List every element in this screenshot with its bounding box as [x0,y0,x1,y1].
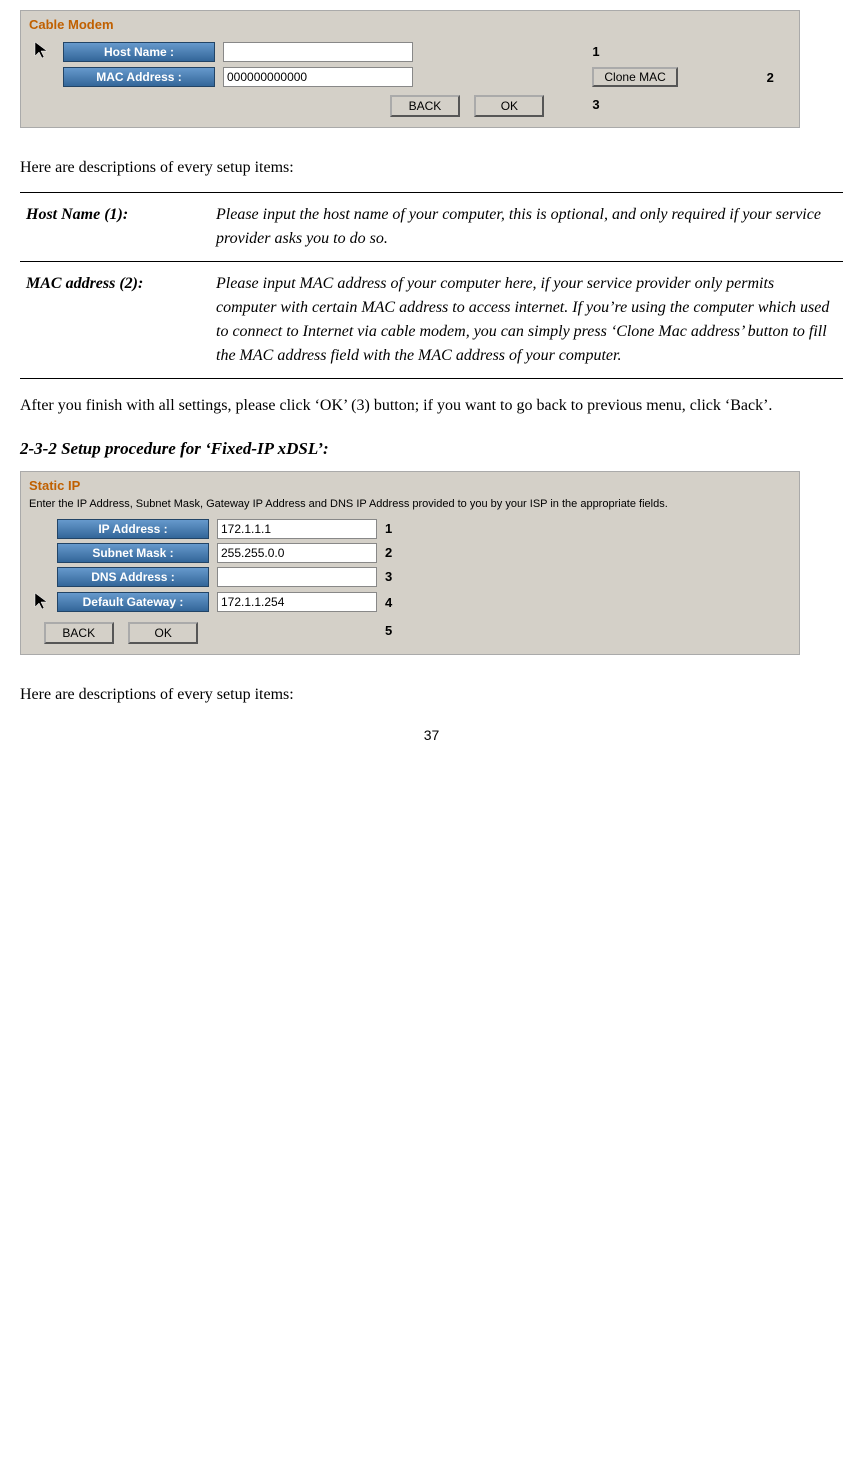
static-ip-section: Static IP Enter the IP Address, Subnet M… [20,471,843,671]
desc-content-mac: Please input MAC address of your compute… [210,262,843,379]
cable-modem-form: Host Name : 1 MAC Address : Clone MAC [29,38,791,119]
host-name-label-cell: Host Name : [59,38,219,65]
static-row-number-4: 4 [381,589,396,616]
ip-address-input-cell [213,517,381,541]
desc-row-mac: MAC address (2): Please input MAC addres… [20,262,843,379]
mac-address-row: MAC Address : Clone MAC 2 [29,65,791,89]
static-ip-title: Static IP [29,478,791,493]
subnet-mask-input[interactable] [217,543,377,563]
after-settings-text: After you finish with all settings, plea… [20,393,843,419]
clone-mac-cell: Clone MAC [588,65,762,89]
subnet-mask-input-cell [213,541,381,565]
dns-address-label-cell: DNS Address : [53,565,213,589]
static-row-number-2: 2 [381,541,396,565]
subnet-mask-row: Subnet Mask : 2 [29,541,396,565]
cursor-icon [33,40,49,60]
default-gateway-input-cell [213,589,381,616]
row-number-3: 3 [588,89,762,119]
ip-address-input[interactable] [217,519,377,539]
desc-content-hostname: Please input the host name of your compu… [210,193,843,262]
mac-address-input-cell [219,65,588,89]
host-name-input[interactable] [223,42,413,62]
buttons-cell-cm: BACK OK [29,89,588,119]
subnet-cursor-cell [29,541,53,565]
ok-button-static[interactable]: OK [128,622,198,644]
ip-cursor-cell [29,517,53,541]
desc-row-hostname: Host Name (1): Please input the host nam… [20,193,843,262]
ip-address-label-cell: IP Address : [53,517,213,541]
ok-button-cm[interactable]: OK [474,95,544,117]
buttons-container-cm: BACK OK [33,91,584,117]
section-heading-fixed-ip: 2-3-2 Setup procedure for ‘Fixed-IP xDSL… [20,439,843,459]
dns-cursor-cell [29,565,53,589]
static-row-number-3: 3 [381,565,396,589]
static-row-number-5-cell [213,616,381,646]
static-buttons-row: BACK OK 5 [29,616,396,646]
static-buttons-cell: BACK OK [29,616,213,646]
buttons-row-cm: BACK OK 3 [29,89,791,119]
description-table: Host Name (1): Please input the host nam… [20,192,843,379]
dns-address-input[interactable] [217,567,377,587]
mac-cursor-cell [29,65,59,89]
mac-address-label: MAC Address : [63,67,215,87]
row-number-1: 1 [588,38,762,65]
desc-label-mac: MAC address (2): [20,262,210,379]
ip-address-row: IP Address : 1 [29,517,396,541]
row-number-2: 2 [763,65,791,89]
cursor-cell [29,38,59,65]
static-ip-form: IP Address : 1 Subnet Mask : 2 [29,517,396,646]
dns-address-input-cell [213,565,381,589]
default-gateway-input[interactable] [217,592,377,612]
clone-mac-button[interactable]: Clone MAC [592,67,677,87]
static-row-number-1: 1 [381,517,396,541]
mac-address-input[interactable] [223,67,413,87]
static-buttons-container: BACK OK [33,618,209,644]
desc-label-hostname: Host Name (1): [20,193,210,262]
host-name-row: Host Name : 1 [29,38,791,65]
gateway-cursor-icon [33,591,49,611]
subnet-mask-label: Subnet Mask : [57,543,209,563]
back-button-static[interactable]: BACK [44,622,114,644]
default-gateway-label: Default Gateway : [57,592,209,612]
gateway-cursor-cell [29,589,53,616]
host-name-label: Host Name : [63,42,215,62]
descriptions-intro: Here are descriptions of every setup ite… [20,156,843,180]
ip-address-label: IP Address : [57,519,209,539]
cable-modem-section: Cable Modem Host Name : 1 [20,10,843,144]
dns-address-row: DNS Address : 3 [29,565,396,589]
back-button-cm[interactable]: BACK [390,95,460,117]
descriptions-intro2: Here are descriptions of every setup ite… [20,683,843,707]
static-ip-desc: Enter the IP Address, Subnet Mask, Gatew… [29,497,791,511]
mac-address-label-cell: MAC Address : [59,65,219,89]
host-name-input-cell [219,38,588,65]
static-row-number-5: 5 [381,616,396,646]
static-ip-box: Static IP Enter the IP Address, Subnet M… [20,471,800,655]
dns-address-label: DNS Address : [57,567,209,587]
subnet-mask-label-cell: Subnet Mask : [53,541,213,565]
page-number: 37 [20,727,843,743]
default-gateway-label-cell: Default Gateway : [53,589,213,616]
cable-modem-box: Cable Modem Host Name : 1 [20,10,800,128]
cable-modem-title: Cable Modem [29,17,791,32]
default-gateway-row: Default Gateway : 4 [29,589,396,616]
